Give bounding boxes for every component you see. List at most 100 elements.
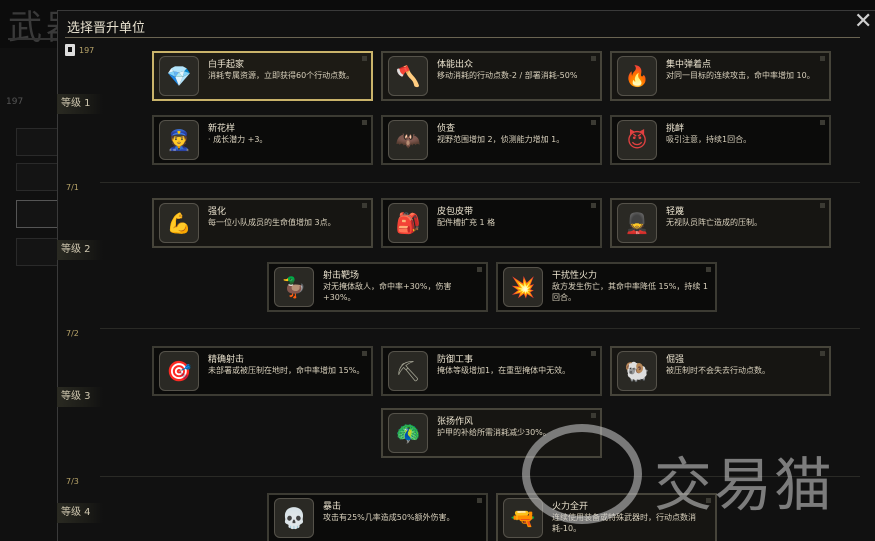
tier-label-1: 等级 1: [57, 94, 103, 114]
tier-divider-3: [100, 328, 860, 329]
points-value: 197: [79, 45, 95, 55]
perk-card[interactable]: 🎯 精确射击 未部署或被压制在地时，命中率增加 15%。: [152, 346, 373, 396]
perk-marker: [362, 56, 367, 61]
perk-name: 侦查: [437, 124, 456, 134]
perk-card[interactable]: 🐏 倔强 被压制时不会失去行动点数。: [610, 346, 831, 396]
skull-icon: 💀: [274, 498, 314, 538]
perk-marker: [706, 267, 711, 272]
background-button-2[interactable]: [16, 163, 58, 191]
promotion-points: 197: [65, 44, 94, 56]
tier-count-2: 7/1: [66, 183, 79, 192]
ram-icon: 🐏: [617, 351, 657, 391]
perk-description: 护甲的补给所需消耗减少30%。: [437, 428, 551, 437]
bat-icon: 🦇: [388, 120, 428, 160]
perk-marker: [820, 203, 825, 208]
perk-description: 每一位小队成员的生命值增加 3点。: [208, 218, 336, 227]
tier-label-3: 等级 3: [57, 387, 103, 407]
background-button-4[interactable]: [16, 238, 58, 266]
background-button-3[interactable]: [16, 200, 58, 228]
perk-card[interactable]: 💀 暴击 攻击有25%几率造成50%额外伤害。: [267, 493, 488, 541]
perk-description: 吸引注意，持续1回合。: [666, 135, 752, 144]
background-button-1[interactable]: [16, 128, 58, 156]
perk-description: 敌方发生伤亡，其命中率降低 15%，持续 1 回合。: [552, 282, 708, 302]
peacock-icon: 🦚: [388, 413, 428, 453]
perk-marker: [591, 203, 596, 208]
perk-name: 射击靶场: [323, 271, 360, 281]
perk-marker: [477, 498, 482, 503]
perk-card[interactable]: 🎒 皮包皮带 配件槽扩充 1 格: [381, 198, 602, 248]
perk-description: 无视队员阵亡造成的压制。: [666, 218, 762, 227]
perk-name: 火力全开: [552, 502, 589, 512]
dialog-title: 选择晋升单位: [67, 21, 146, 36]
perk-name: 防御工事: [437, 355, 474, 365]
perk-name: 轻蔑: [666, 207, 685, 217]
sniper-icon: 🎯: [159, 351, 199, 391]
perk-name: 挑衅: [666, 124, 685, 134]
backpack-icon: 🎒: [388, 203, 428, 243]
perk-description: 未部署或被压制在地时，命中率增加 15%。: [208, 366, 365, 375]
perk-marker: [820, 120, 825, 125]
tier-count-4: 7/3: [66, 477, 79, 486]
tier-label-4: 等级 4: [57, 503, 103, 523]
officer-icon: 👮: [159, 120, 199, 160]
tier-label-2: 等级 2: [57, 240, 103, 260]
perk-card[interactable]: 💂 轻蔑 无视队员阵亡造成的压制。: [610, 198, 831, 248]
explosion-icon: 💥: [503, 267, 543, 307]
perk-card[interactable]: 🔥 集中弹着点 对同一目标的连续攻击，命中率增加 10。: [610, 51, 831, 101]
perk-card[interactable]: 🦇 侦查 视野范围增加 2，侦测能力增加 1。: [381, 115, 602, 165]
perk-name: 干扰性火力: [552, 271, 598, 281]
tier-divider-2: [100, 182, 860, 183]
perk-card[interactable]: 🦚 张扬作风 护甲的补给所需消耗减少30%。: [381, 408, 602, 458]
perk-description: 连续使用装备或特殊武器时，行动点数消耗-10。: [552, 513, 696, 533]
perk-card[interactable]: 🪓 体能出众 移动消耗的行动点数-2 / 部署消耗-50%: [381, 51, 602, 101]
perk-name: 倔强: [666, 355, 685, 365]
perk-card[interactable]: 💎 白手起家 消耗专属资源，立即获得60个行动点数。: [152, 51, 373, 101]
axe-icon: 🪓: [388, 56, 428, 96]
diamond-icon: 💎: [159, 56, 199, 96]
perk-name: 张扬作风: [437, 417, 474, 427]
shovel-icon: ⛏: [388, 351, 428, 391]
perk-card[interactable]: 🔫 火力全开 连续使用装备或特殊武器时，行动点数消耗-10。: [496, 493, 717, 541]
perk-marker: [591, 351, 596, 356]
perk-marker: [362, 203, 367, 208]
perk-marker: [820, 351, 825, 356]
perk-description: · 成长潜力 +3。: [208, 135, 268, 144]
tier-count-3: 7/2: [66, 329, 79, 338]
gunner-icon: 🔫: [503, 498, 543, 538]
perk-marker: [591, 413, 596, 418]
perk-marker: [706, 498, 711, 503]
perk-marker: [362, 351, 367, 356]
perk-card[interactable]: 💪 强化 每一位小队成员的生命值增加 3点。: [152, 198, 373, 248]
perk-card[interactable]: 💥 干扰性火力 敌方发生伤亡，其命中率降低 15%，持续 1 回合。: [496, 262, 717, 312]
perk-description: 攻击有25%几率造成50%额外伤害。: [323, 513, 455, 522]
muscle-icon: 💪: [159, 203, 199, 243]
perk-name: 精确射击: [208, 355, 245, 365]
perk-name: 白手起家: [208, 60, 245, 70]
perk-card[interactable]: 😈 挑衅 吸引注意，持续1回合。: [610, 115, 831, 165]
perk-description: 视野范围增加 2，侦测能力增加 1。: [437, 135, 565, 144]
duck-icon: 🦆: [274, 267, 314, 307]
medal-icon: [65, 44, 75, 56]
perk-description: 移动消耗的行动点数-2 / 部署消耗-50%: [437, 71, 578, 80]
background-side-panel: [0, 48, 58, 541]
close-icon[interactable]: ✕: [854, 11, 872, 33]
dialog-header: 选择晋升单位: [57, 10, 875, 38]
perk-name: 集中弹着点: [666, 60, 712, 70]
perk-name: 皮包皮带: [437, 207, 474, 217]
perk-name: 暴击: [323, 502, 342, 512]
perk-description: 配件槽扩充 1 格: [437, 218, 496, 227]
devil-icon: 😈: [617, 120, 657, 160]
perk-marker: [477, 267, 482, 272]
perk-marker: [820, 56, 825, 61]
perk-description: 消耗专属资源，立即获得60个行动点数。: [208, 71, 355, 80]
perk-name: 新花样: [208, 124, 236, 134]
perk-marker: [591, 120, 596, 125]
background-points: 197: [6, 97, 24, 107]
perk-description: 掩体等级增加1，在重型掩体中无效。: [437, 366, 571, 375]
background-divider: [8, 38, 58, 40]
perk-card[interactable]: 🦆 射击靶场 对无掩体敌人，命中率+30%，伤害+30%。: [267, 262, 488, 312]
perk-marker: [362, 120, 367, 125]
perk-card[interactable]: ⛏ 防御工事 掩体等级增加1，在重型掩体中无效。: [381, 346, 602, 396]
perk-name: 体能出众: [437, 60, 474, 70]
perk-card[interactable]: 👮 新花样 · 成长潜力 +3。: [152, 115, 373, 165]
